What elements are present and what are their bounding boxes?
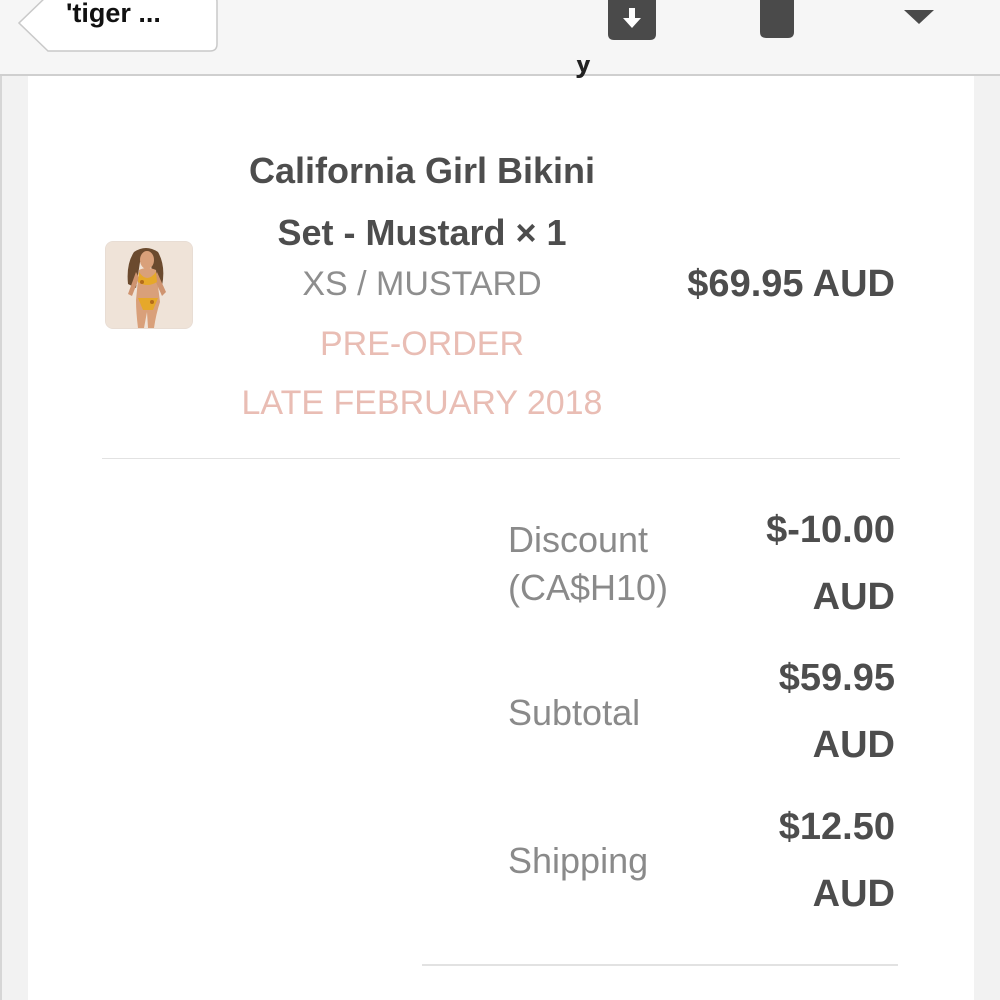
preorder-label: PRE-ORDER — [319, 325, 525, 363]
product-name: California Girl Bikini Set - Mustard × 1 — [222, 140, 622, 264]
cutoff-heading: y — [575, 60, 695, 80]
cutoff-heading-text: y — [575, 60, 592, 79]
back-button-label: 'tiger ... — [66, 0, 161, 28]
back-button[interactable]: 'tiger ... — [18, 0, 218, 52]
discount-value: $-10.00 AUD — [690, 497, 895, 631]
subtotal-currency: AUD — [812, 724, 895, 766]
left-edge — [0, 76, 2, 1000]
divider — [102, 458, 900, 459]
product-thumbnail[interactable] — [105, 241, 193, 329]
shipping-currency: AUD — [812, 873, 895, 915]
chevron-down-icon[interactable] — [904, 10, 934, 31]
discount-currency: AUD — [812, 576, 895, 618]
preorder-ship-date: LATE FEBRUARY 2018 — [241, 384, 603, 422]
discount-label-line-1: Discount — [508, 519, 649, 560]
discount-label: Discount (CA$H10) — [508, 516, 668, 612]
product-variant: XS / MUSTARD — [302, 265, 542, 303]
product-image — [106, 242, 192, 328]
shipping-amount: $12.50 — [778, 806, 895, 848]
product-name-line-2: Set - Mustard × 1 — [277, 212, 567, 253]
shipping-label: Shipping — [508, 840, 649, 881]
item-price: $69.95 AUD — [687, 263, 895, 305]
product-name-line-1: California Girl Bikini — [248, 150, 596, 191]
trash-icon[interactable] — [760, 0, 794, 43]
archive-download-icon[interactable] — [608, 0, 656, 45]
discount-code: (CA$H10) — [508, 567, 669, 608]
mail-toolbar: 'tiger ... — [0, 0, 1000, 76]
discount-amount: $-10.00 — [766, 509, 895, 551]
subtotal-amount: $59.95 — [778, 657, 895, 699]
subtotal-label: Subtotal — [508, 692, 641, 733]
shipping-value: $12.50 AUD — [690, 794, 895, 928]
divider — [422, 964, 898, 966]
subtotal-value: $59.95 AUD — [690, 645, 895, 779]
